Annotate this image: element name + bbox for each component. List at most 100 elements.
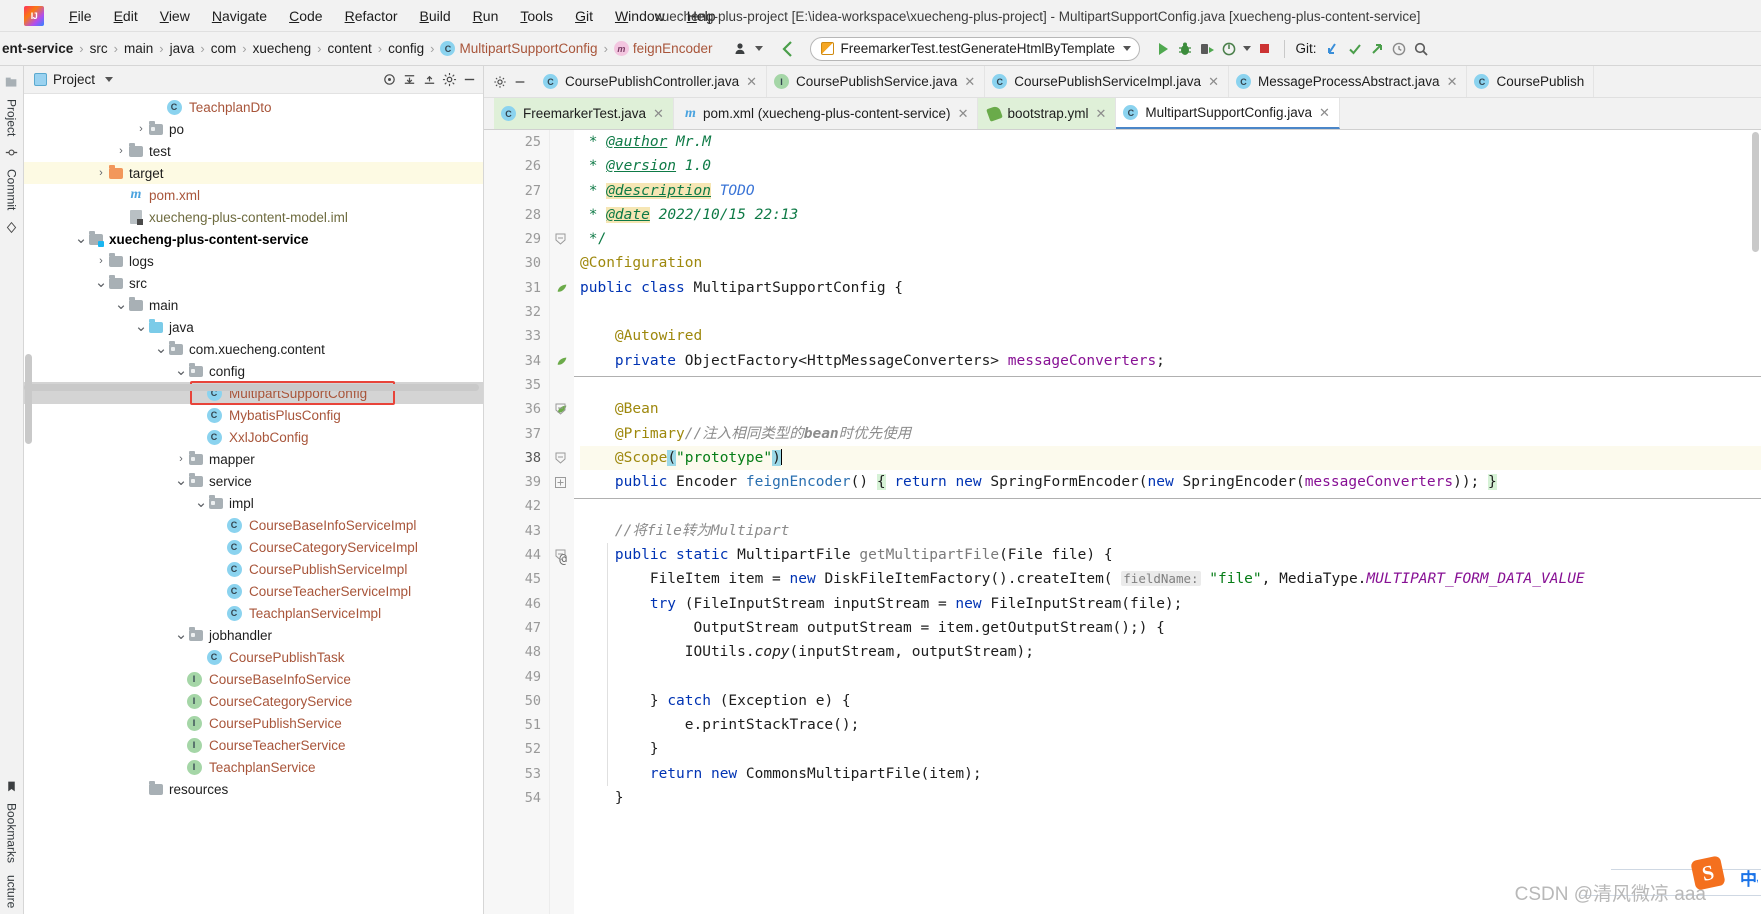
chevron-right-icon[interactable]: › bbox=[114, 145, 128, 157]
code-line[interactable]: @Bean bbox=[580, 397, 1761, 421]
run-button[interactable] bbox=[1152, 38, 1174, 60]
tree-node[interactable]: ›ICoursePublishService bbox=[24, 712, 483, 734]
collapse-all-icon[interactable] bbox=[419, 70, 439, 90]
chevron-down-icon[interactable]: ⌄ bbox=[134, 319, 148, 334]
breadcrumb-java[interactable]: java bbox=[170, 41, 195, 56]
code-folding-gutter[interactable] bbox=[550, 130, 574, 914]
fold-marker-slot[interactable] bbox=[550, 616, 574, 640]
expand-all-icon[interactable] bbox=[399, 70, 419, 90]
tree-node[interactable]: ⌄ com.xuecheng.content bbox=[24, 338, 483, 360]
code-line[interactable]: FileItem item = new DiskFileItemFactory(… bbox=[580, 567, 1761, 591]
fold-marker-slot[interactable] bbox=[550, 397, 574, 421]
menu-build[interactable]: Build bbox=[409, 5, 462, 27]
code-content[interactable]: * @author Mr.M * @version 1.0 * @descrip… bbox=[574, 130, 1761, 914]
run-with-coverage-button[interactable] bbox=[1196, 38, 1218, 60]
close-icon[interactable]: ✕ bbox=[1319, 105, 1330, 121]
line-number[interactable]: 52 bbox=[484, 737, 549, 761]
code-line[interactable]: */ bbox=[580, 227, 1761, 251]
tool-window-commit[interactable]: Commit bbox=[2, 163, 22, 216]
code-line[interactable]: OutputStream outputStream = item.getOutp… bbox=[580, 616, 1761, 640]
chevron-down-icon[interactable]: ⌄ bbox=[94, 275, 108, 290]
code-line[interactable]: @Configuration bbox=[580, 251, 1761, 275]
tree-node[interactable]: ⌄ java bbox=[24, 316, 483, 338]
chevron-down-icon[interactable]: ⌄ bbox=[74, 231, 88, 246]
fold-marker-slot[interactable] bbox=[550, 519, 574, 543]
menu-git[interactable]: Git bbox=[564, 5, 604, 27]
tree-node[interactable]: › po bbox=[24, 118, 483, 140]
close-icon[interactable]: ✕ bbox=[1447, 74, 1458, 90]
fold-marker-slot[interactable] bbox=[550, 592, 574, 616]
fold-marker-slot[interactable] bbox=[550, 567, 574, 591]
fold-marker-slot[interactable] bbox=[550, 227, 574, 251]
fold-marker-slot[interactable] bbox=[550, 373, 574, 397]
line-number[interactable]: 43 bbox=[484, 519, 549, 543]
back-navigation-button[interactable] bbox=[776, 38, 800, 60]
tree-node[interactable]: ⌄ main bbox=[24, 294, 483, 316]
code-line[interactable]: public static MultipartFile getMultipart… bbox=[580, 543, 1761, 567]
fold-marker-slot[interactable] bbox=[550, 543, 574, 567]
breadcrumb-ent-service[interactable]: ent-service bbox=[2, 41, 73, 56]
tree-node[interactable]: ⌄ jobhandler bbox=[24, 624, 483, 646]
settings-gear-icon[interactable] bbox=[490, 72, 510, 92]
hide-editor-tabs-icon[interactable] bbox=[510, 72, 530, 92]
line-number[interactable]: 53 bbox=[484, 762, 549, 786]
project-vertical-scrollbar[interactable] bbox=[25, 354, 32, 444]
code-line[interactable]: e.printStackTrace(); bbox=[580, 713, 1761, 737]
run-configuration-selector[interactable]: FreemarkerTest.testGenerateHtmlByTemplat… bbox=[810, 36, 1141, 61]
breadcrumb-content[interactable]: content bbox=[327, 41, 371, 56]
hide-panel-icon[interactable] bbox=[459, 70, 479, 90]
editor-tab-bootstrap-yml[interactable]: bootstrap.yml ✕ bbox=[978, 98, 1117, 129]
line-number[interactable]: 29 bbox=[484, 227, 549, 251]
fold-marker-slot[interactable] bbox=[550, 251, 574, 275]
breadcrumb-main[interactable]: main bbox=[124, 41, 153, 56]
line-number[interactable]: 34 bbox=[484, 349, 567, 373]
line-number[interactable]: 30 bbox=[484, 251, 549, 275]
chevron-down-icon[interactable]: ⌄ bbox=[114, 297, 128, 312]
menu-refactor[interactable]: Refactor bbox=[334, 5, 409, 27]
code-line[interactable]: try (FileInputStream inputStream = new F… bbox=[580, 592, 1761, 616]
tree-node[interactable]: › target bbox=[24, 162, 483, 184]
fold-marker-slot[interactable] bbox=[550, 349, 574, 373]
code-editor[interactable]: 25 26 27 28 29 30 31 32 33 34 35 36 37 38 39 42 43 44 @45 4… bbox=[484, 130, 1761, 914]
project-horizontal-scrollbar[interactable] bbox=[24, 384, 479, 391]
line-number[interactable]: 36 bbox=[484, 397, 567, 421]
menu-edit[interactable]: Edit bbox=[103, 5, 149, 27]
code-line[interactable]: * @author Mr.M bbox=[580, 130, 1761, 154]
chevron-right-icon[interactable]: › bbox=[94, 255, 108, 267]
project-tree[interactable]: ›CTeachplanDto›po›test›target›mpom.xml›x… bbox=[24, 94, 483, 914]
code-line[interactable]: public class MultipartSupportConfig { bbox=[580, 276, 1761, 300]
history-button[interactable] bbox=[1388, 38, 1410, 60]
line-number[interactable]: 47 bbox=[484, 616, 549, 640]
code-line[interactable]: private ObjectFactory<HttpMessageConvert… bbox=[580, 349, 1761, 373]
line-number[interactable]: 44 @ bbox=[484, 543, 567, 567]
line-number[interactable]: 51 bbox=[484, 713, 549, 737]
tree-node[interactable]: ›CXxlJobConfig bbox=[24, 426, 483, 448]
breadcrumb-src[interactable]: src bbox=[90, 41, 108, 56]
code-line[interactable]: * @date 2022/10/15 22:13 bbox=[580, 203, 1761, 227]
code-line[interactable]: } bbox=[580, 737, 1761, 761]
line-number[interactable]: 28 bbox=[484, 203, 549, 227]
chevron-down-icon[interactable]: ⌄ bbox=[194, 495, 208, 510]
line-number[interactable]: 33 bbox=[484, 324, 549, 348]
fold-marker-slot[interactable] bbox=[550, 786, 574, 810]
chevron-right-icon[interactable]: › bbox=[174, 453, 188, 465]
line-number[interactable]: 46 bbox=[484, 592, 549, 616]
tool-window-project[interactable]: Project bbox=[2, 93, 22, 142]
breadcrumb-feignencoder[interactable]: m feignEncoder bbox=[613, 41, 712, 56]
line-number[interactable]: 38 bbox=[484, 446, 549, 470]
fold-marker-slot[interactable] bbox=[550, 422, 574, 446]
fold-marker-slot[interactable] bbox=[550, 154, 574, 178]
tree-node[interactable]: ›CCourseBaseInfoServiceImpl bbox=[24, 514, 483, 536]
line-number[interactable]: 45 bbox=[484, 567, 549, 591]
code-line[interactable]: public Encoder feignEncoder() { return n… bbox=[580, 470, 1761, 494]
vertical-scrollbar[interactable] bbox=[1752, 132, 1759, 252]
fold-marker-slot[interactable] bbox=[550, 640, 574, 664]
tree-node[interactable]: ›CCoursePublishTask bbox=[24, 646, 483, 668]
breadcrumb-multipartsupportconfig[interactable]: C MultipartSupportConfig bbox=[440, 41, 598, 56]
tree-node[interactable]: ›mpom.xml bbox=[24, 184, 483, 206]
tree-node[interactable]: ›CTeachplanServiceImpl bbox=[24, 602, 483, 624]
code-line[interactable] bbox=[580, 665, 1761, 689]
fold-marker-slot[interactable] bbox=[550, 324, 574, 348]
tree-node[interactable]: ⌄ xuecheng-plus-content-service bbox=[24, 228, 483, 250]
tool-window-structure[interactable]: ucture bbox=[2, 869, 22, 914]
